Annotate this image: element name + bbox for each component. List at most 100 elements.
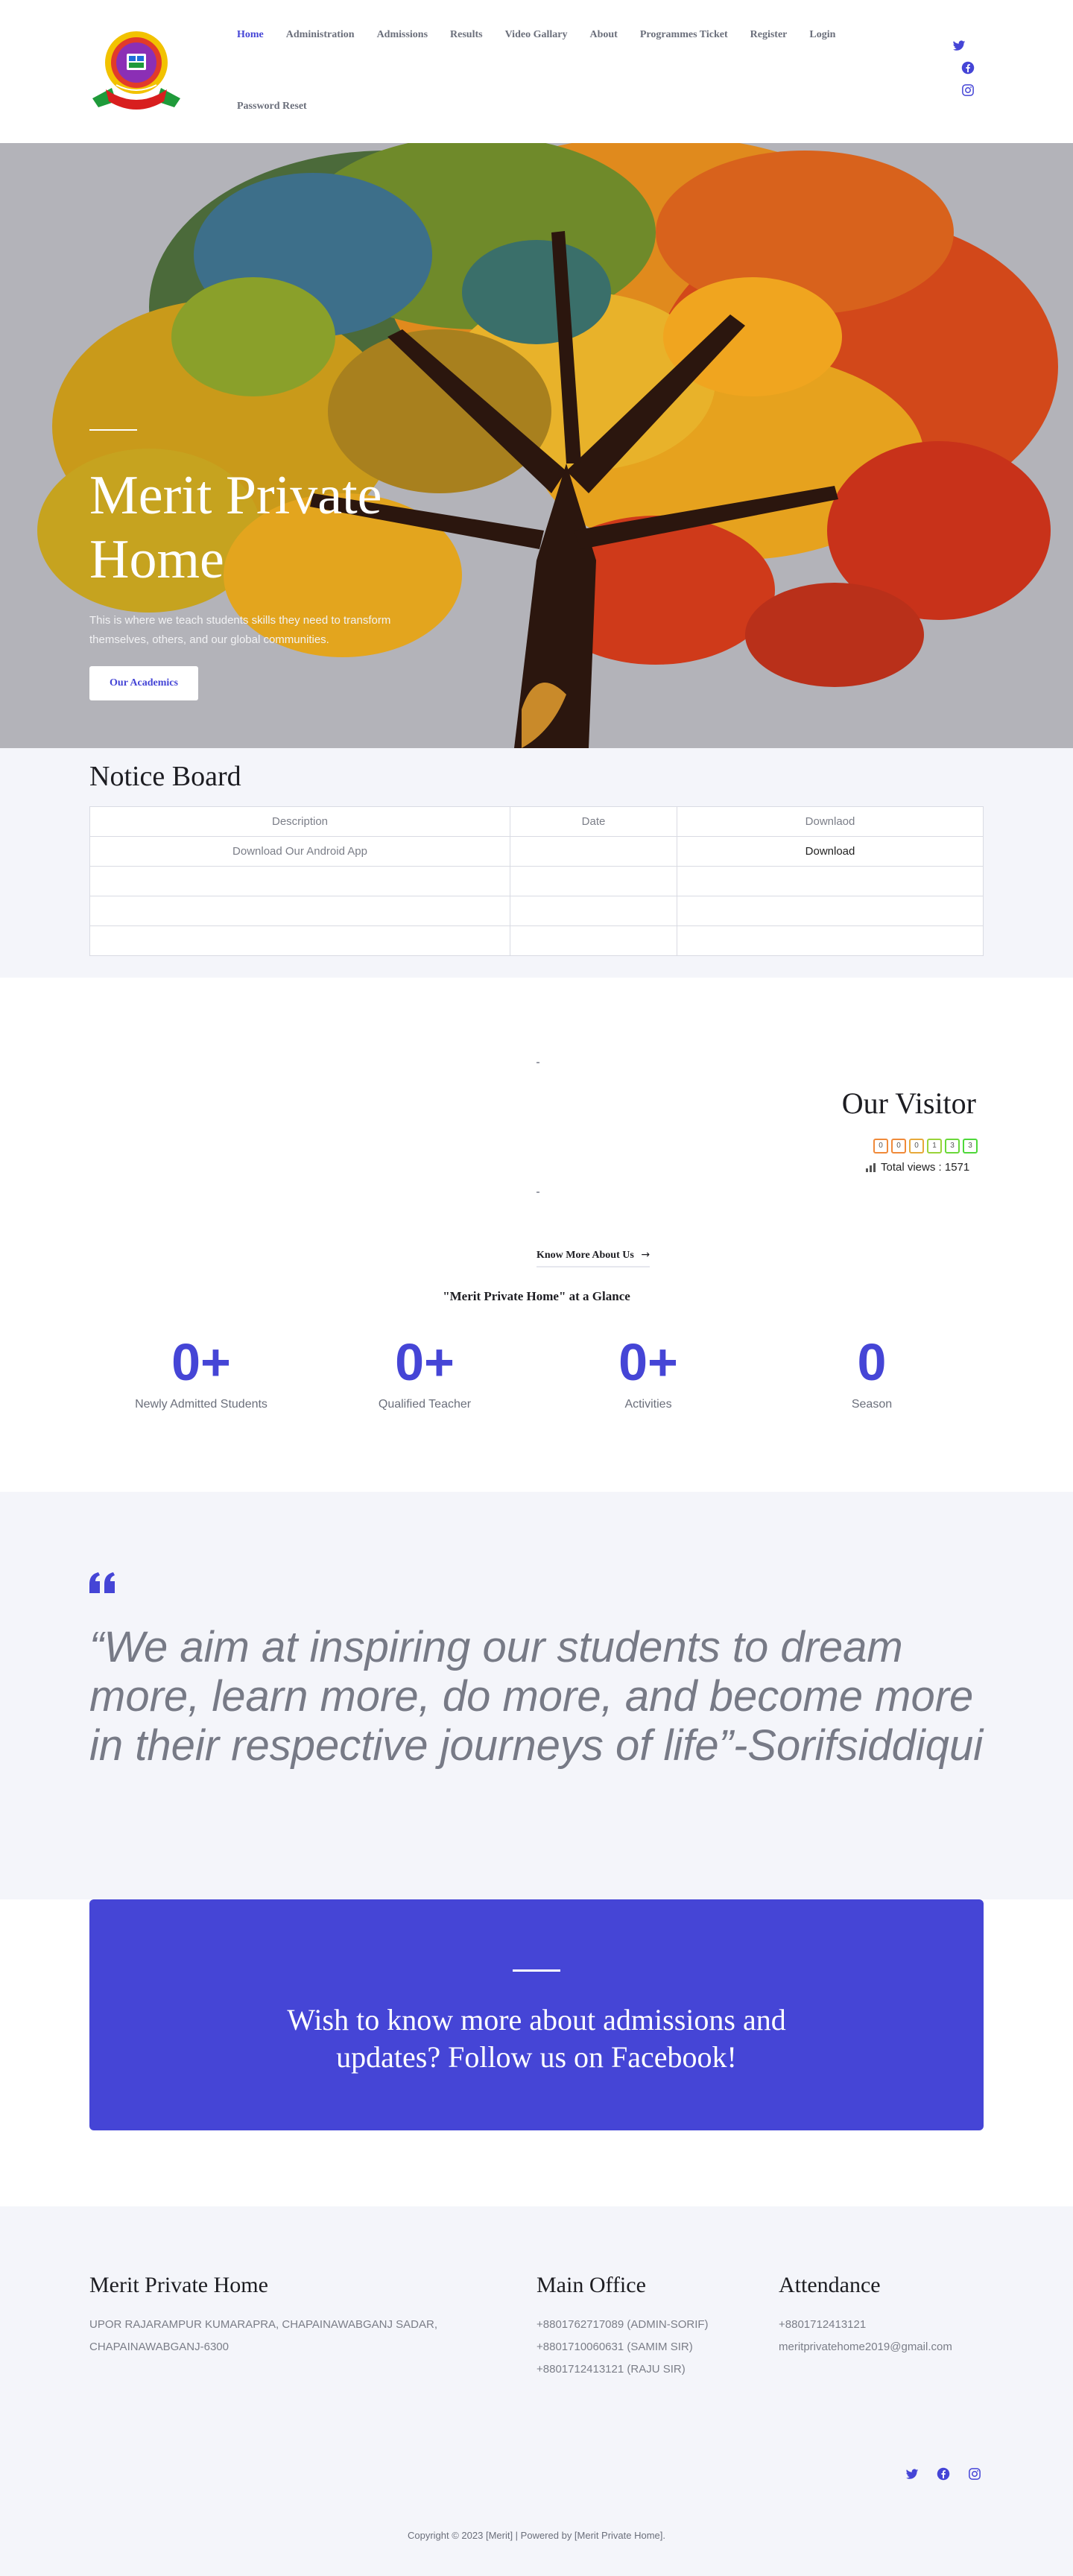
arrow-right-icon: →: [641, 1249, 651, 1261]
stat-label: Season: [851, 1398, 893, 1411]
our-academics-button[interactable]: Our Academics: [89, 666, 198, 700]
facebook-icon[interactable]: [961, 61, 975, 75]
nav-register[interactable]: Register: [750, 29, 788, 41]
footer-address-line: UPOR RAJARAMPUR KUMARAPRA, CHAPAINAWABGA…: [89, 2318, 438, 2331]
footer-col2-title: Main Office: [536, 2273, 646, 2297]
footer-address-line: CHAPAINAWABGANJ-6300: [89, 2341, 229, 2353]
nav-about[interactable]: About: [589, 29, 617, 41]
school-crest-icon[interactable]: [89, 27, 183, 113]
cell-date: [510, 896, 677, 926]
nav-results[interactable]: Results: [450, 29, 483, 41]
cell-download: [677, 896, 984, 926]
footer-phone[interactable]: +8801712413121 (RAJU SIR): [536, 2358, 709, 2381]
copyright-text: Copyright © 2023 [Merit] | Powered by [M…: [407, 2530, 666, 2541]
header-social: [952, 39, 975, 106]
stat-value: 0+: [395, 1333, 455, 1391]
table-row: Download Our Android App Download: [89, 836, 984, 867]
site-footer: Merit Private Home UPOR RAJARAMPUR KUMAR…: [0, 2206, 1073, 2576]
quote-text: “We aim at inspiring our students to dre…: [89, 1623, 984, 1770]
facebook-icon[interactable]: [937, 2467, 950, 2481]
nav-home[interactable]: Home: [237, 29, 264, 41]
stat-label: Activities: [624, 1398, 672, 1411]
footer-office-column: Main Office +8801762717089 (ADMIN-SORIF)…: [536, 2270, 709, 2381]
glance-heading: "Merit Private Home" at a Glance: [443, 1289, 630, 1303]
cell-description: [89, 925, 510, 956]
cta-line1: Wish to know more about admissions and: [287, 2003, 786, 2037]
stat-label: Newly Admitted Students: [135, 1398, 268, 1411]
quote-icon: [89, 1572, 115, 1593]
hero-section: Merit Private Home This is where we teac…: [0, 143, 1073, 748]
nav-login[interactable]: Login: [809, 29, 835, 41]
notice-board-section: Notice Board Description Date Downlaod D…: [0, 748, 1073, 978]
counter-digit: 1: [927, 1139, 942, 1153]
counter-digit: 3: [963, 1139, 978, 1153]
total-views-text: Total views : 1571: [881, 1161, 970, 1174]
stats-row: 0+ Newly Admitted Students 0+ Qualified …: [89, 1332, 984, 1411]
counter-digit: 0: [891, 1139, 906, 1153]
table-row: [89, 896, 984, 926]
main-nav: Home Administration Admissions Results V…: [237, 27, 908, 115]
footer-phone[interactable]: +8801712413121: [779, 2314, 952, 2336]
bar-chart-icon: [866, 1162, 876, 1172]
facebook-cta-banner[interactable]: Wish to know more about admissions and u…: [89, 1899, 984, 2130]
visitor-counter: 0 0 0 1 3 3: [873, 1139, 981, 1153]
stat-value: 0: [857, 1333, 887, 1391]
stat-value: 0+: [171, 1333, 231, 1391]
cta-line2: updates? Follow us on Facebook!: [336, 2040, 737, 2074]
notice-table: Description Date Downlaod Download Our A…: [89, 806, 984, 956]
cell-description: [89, 866, 510, 896]
cell-download: [677, 866, 984, 896]
divider-dot: [536, 1062, 539, 1063]
instagram-icon[interactable]: [968, 2467, 981, 2481]
cell-download: [677, 925, 984, 956]
stat-label: Qualified Teacher: [378, 1398, 472, 1411]
table-header-row: Description Date Downlaod: [89, 806, 984, 837]
table-row: [89, 866, 984, 896]
hero-subtitle: This is where we teach students skills t…: [89, 614, 391, 646]
know-more-link[interactable]: Know More About Us →: [536, 1249, 651, 1268]
know-more-label: Know More About Us: [536, 1250, 634, 1261]
twitter-icon[interactable]: [905, 2467, 919, 2481]
cta-text: Wish to know more about admissions and u…: [89, 2001, 984, 2076]
footer-col1-title: Merit Private Home: [89, 2273, 268, 2297]
footer-phone[interactable]: +8801762717089 (ADMIN-SORIF): [536, 2314, 709, 2336]
footer-attendance-column: Attendance +8801712413121 meritprivateho…: [779, 2270, 952, 2358]
table-row: [89, 925, 984, 956]
footer-social: [905, 2467, 999, 2481]
column-header-date: Date: [510, 806, 677, 837]
divider-dot: [536, 1192, 539, 1193]
nav-password-reset[interactable]: Password Reset: [237, 101, 307, 113]
stat-item: 0+ Activities: [536, 1332, 760, 1411]
nav-administration[interactable]: Administration: [286, 29, 355, 41]
cta-section: Wish to know more about admissions and u…: [0, 1899, 1073, 2206]
cell-date: [510, 866, 677, 896]
nav-admissions[interactable]: Admissions: [377, 29, 428, 41]
footer-col3-title: Attendance: [779, 2273, 881, 2297]
counter-digit: 0: [873, 1139, 888, 1153]
counter-digit: 0: [909, 1139, 924, 1153]
stat-item: 0 Season: [760, 1332, 984, 1411]
total-views: Total views : 1571: [866, 1161, 969, 1174]
hero-title-line2: Home: [89, 529, 224, 590]
site-header: Home Administration Admissions Results V…: [0, 0, 1073, 143]
hero-divider: [89, 429, 137, 431]
counter-digit: 3: [945, 1139, 960, 1153]
stat-item: 0+ Newly Admitted Students: [89, 1332, 313, 1411]
hero-title-line1: Merit Private: [89, 465, 382, 526]
hero-title: Merit Private Home: [89, 463, 477, 592]
footer-email[interactable]: meritprivatehome2019@gmail.com: [779, 2336, 952, 2358]
stat-item: 0+ Qualified Teacher: [313, 1332, 536, 1411]
download-link[interactable]: Download: [677, 836, 984, 867]
quote-section: “We aim at inspiring our students to dre…: [0, 1492, 1073, 1899]
footer-phone[interactable]: +8801710060631 (SAMIM SIR): [536, 2336, 709, 2358]
nav-programmes-ticket[interactable]: Programmes Ticket: [640, 29, 728, 41]
cell-date: [510, 836, 677, 867]
cell-description: Download Our Android App: [89, 836, 510, 867]
twitter-icon[interactable]: [952, 39, 966, 52]
cta-divider: [513, 1969, 560, 1972]
visitor-section: Our Visitor 0 0 0 1 3 3 Total views : 15…: [0, 978, 1073, 1492]
instagram-icon[interactable]: [961, 83, 975, 97]
nav-video-gallary[interactable]: Video Gallary: [505, 29, 568, 41]
footer-address-column: Merit Private Home UPOR RAJARAMPUR KUMAR…: [89, 2270, 437, 2358]
hero-content: Merit Private Home This is where we teac…: [89, 429, 477, 700]
